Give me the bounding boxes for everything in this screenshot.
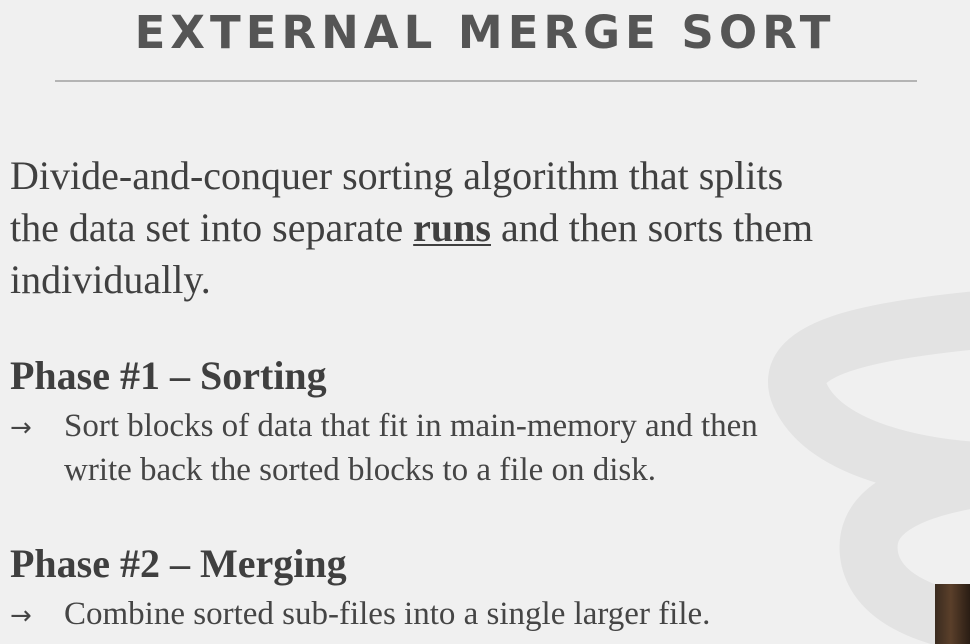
arrow-right-icon: → bbox=[10, 601, 32, 631]
intro-line-2-start: the data set into separate bbox=[10, 205, 414, 250]
phase2-bullet: → Combine sorted sub-files into a single … bbox=[10, 593, 710, 637]
arrow-right-icon: → bbox=[10, 413, 32, 443]
title-divider bbox=[55, 80, 917, 82]
phase1-bullet-line-1: Sort blocks of data that fit in main-mem… bbox=[64, 408, 758, 444]
phase1-bullet: → Sort blocks of data that fit in main-me… bbox=[10, 405, 758, 491]
intro-paragraph: Divide-and-conquer sorting algorithm tha… bbox=[10, 150, 970, 306]
presenter-video-corner bbox=[935, 584, 970, 644]
phase2-bullet-line-1: Combine sorted sub-files into a single l… bbox=[64, 596, 711, 632]
intro-line-2-end: and then sorts them bbox=[490, 205, 814, 250]
keyword-runs: runs bbox=[413, 205, 491, 250]
slide-title: EXTERNAL MERGE SORT bbox=[134, 6, 836, 59]
intro-line-2: the data set into separate runs and then… bbox=[10, 202, 970, 254]
intro-line-3: individually. bbox=[10, 257, 211, 302]
phase1-heading: Phase #1 – Sorting bbox=[10, 353, 327, 398]
phase1-bullet-line-2: write back the sorted blocks to a file o… bbox=[64, 452, 657, 488]
phase2-heading: Phase #2 – Merging bbox=[10, 541, 347, 586]
intro-line-1: Divide-and-conquer sorting algorithm tha… bbox=[10, 153, 784, 198]
